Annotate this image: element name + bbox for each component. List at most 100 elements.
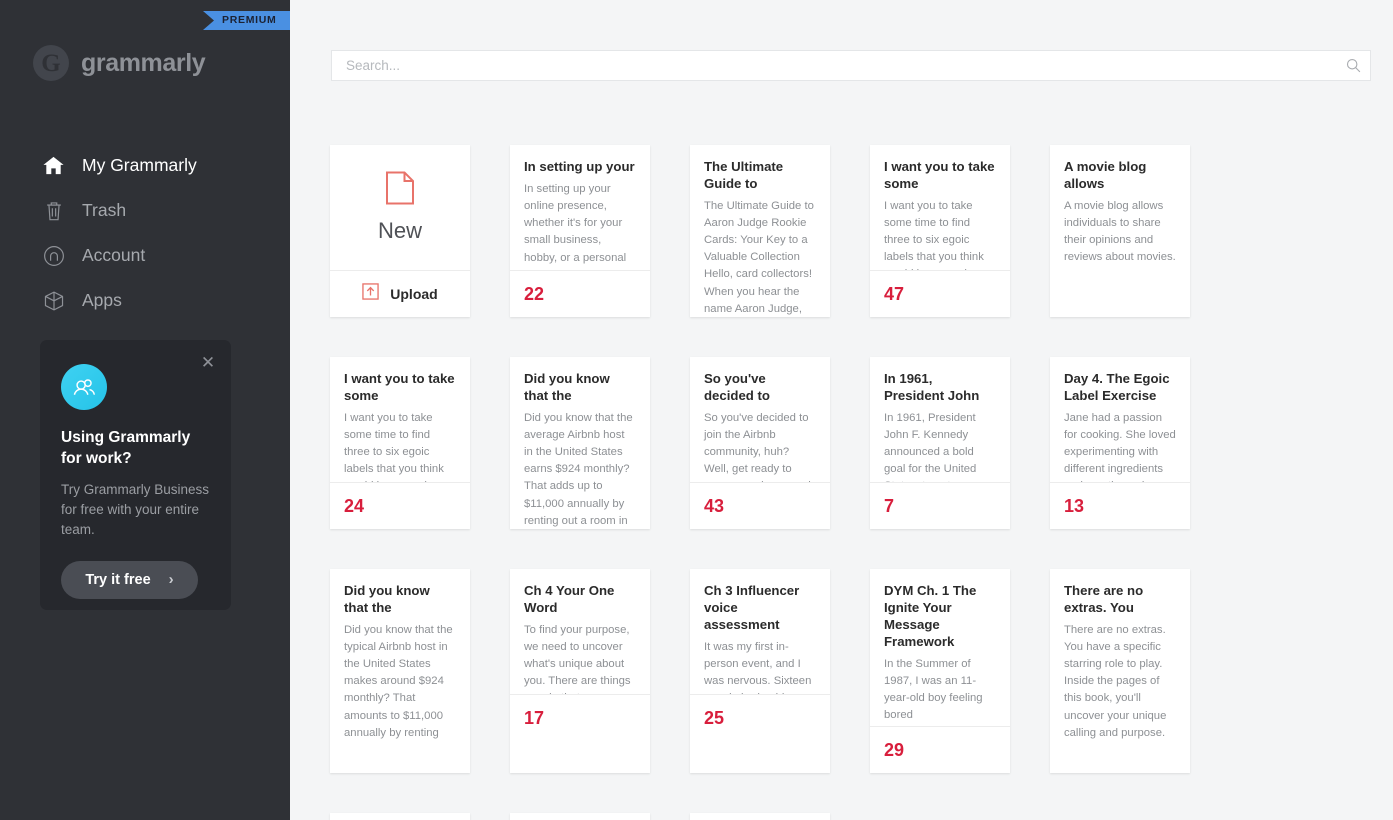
document-score-badge: 29 xyxy=(870,726,1010,773)
document-title: DYM Ch. 1 The Ignite Your Message Framew… xyxy=(884,583,977,649)
document-card-body: There are no extras. You There are no ext… xyxy=(1050,569,1190,741)
try-it-free-button[interactable]: Try it free › xyxy=(61,560,198,599)
new-label: New xyxy=(377,218,422,243)
document-excerpt: Did you know that the typical Airbnb hos… xyxy=(344,623,453,739)
chevron-right-icon: › xyxy=(168,571,174,589)
document-card[interactable]: Ch 4 Your One Word To find your purpose, … xyxy=(510,569,650,773)
document-excerpt: Did you know that the average Airbnb hos… xyxy=(524,411,633,527)
document-card[interactable]: Did you know that the Did you know that t… xyxy=(330,569,470,773)
document-icon xyxy=(385,171,415,210)
document-card[interactable]: In 1961, President John In 1961, Presiden… xyxy=(870,357,1010,529)
document-card[interactable]: How to Start a ChristianHow to Start a C… xyxy=(330,813,470,820)
sidebar-item-label: Apps xyxy=(82,290,122,310)
document-title: Did you know that the xyxy=(344,583,430,615)
business-promo-card: ✕ Using Grammarly for work? Try Grammarl… xyxy=(40,340,231,610)
document-excerpt: A movie blog allows individuals to share… xyxy=(1064,199,1176,264)
document-title: Day 4. The Egoic Label Exercise xyxy=(1064,371,1170,403)
grammarly-logo-text: grammarly xyxy=(81,48,206,77)
apps-cube-icon xyxy=(42,289,65,312)
document-score-badge: 25 xyxy=(690,694,830,741)
people-icon xyxy=(61,364,107,410)
document-title: The Ultimate Guide to xyxy=(704,159,784,191)
document-score-badge: 43 xyxy=(690,482,830,529)
document-title: I want you to take some xyxy=(884,159,995,191)
upload-button[interactable]: Upload xyxy=(330,270,470,317)
document-title: Did you know that the xyxy=(524,371,610,403)
document-card-body: 15 Best Justin Jefferson15 Best Justin J… xyxy=(690,813,830,820)
document-card-body: Did you know that the Did you know that t… xyxy=(330,569,470,741)
document-card-body: In setting up your In setting up your onl… xyxy=(510,145,650,270)
document-card[interactable]: A movie blog allows A movie blog allows i… xyxy=(1050,145,1190,317)
search-input[interactable] xyxy=(332,58,1336,73)
document-excerpt: In 1961, President John F. Kennedy annou… xyxy=(884,411,985,482)
document-card-body: The Ultimate Guide to The Ultimate Guide … xyxy=(690,145,830,317)
sidebar: PREMIUM G grammarly My Grammarly Trash A… xyxy=(0,0,290,820)
document-card-body: In 1961, President John In 1961, Presiden… xyxy=(870,357,1010,482)
document-excerpt: In the Summer of 1987, I was an 11-year-… xyxy=(884,657,983,722)
grammarly-logo-mark: G xyxy=(33,45,69,81)
promo-body: Try Grammarly Business for free with you… xyxy=(61,481,210,538)
upload-icon xyxy=(362,283,379,305)
document-excerpt: I want you to take some time to find thr… xyxy=(884,199,984,270)
document-card-body: A movie blog allows A movie blog allows i… xyxy=(1050,145,1190,317)
document-excerpt: To find your purpose, we need to uncover… xyxy=(524,623,631,694)
document-score-badge: 7 xyxy=(870,482,1010,529)
search-icon[interactable] xyxy=(1336,51,1370,80)
sidebar-item-label: Account xyxy=(82,245,146,265)
new-document-button[interactable]: New xyxy=(330,145,470,270)
document-card-body: So you've decided to So you've decided to… xyxy=(690,357,830,482)
sidebar-nav: My Grammarly Trash Account Apps xyxy=(0,143,290,323)
document-title: Ch 3 Influencer voice assessment xyxy=(704,583,800,632)
promo-title: Using Grammarly for work? xyxy=(61,429,191,467)
home-icon xyxy=(42,154,65,177)
document-card-body: Ch 3 Influencer voice assessment It was m… xyxy=(690,569,830,694)
document-score-badge: 13 xyxy=(1050,482,1190,529)
document-card[interactable]: Day 4. The Egoic Label Exercise Jane had … xyxy=(1050,357,1190,529)
document-card[interactable]: I want you to take some I want you to tak… xyxy=(870,145,1010,317)
document-card[interactable]: I want you to take some I want you to tak… xyxy=(330,357,470,529)
document-excerpt: Jane had a passion for cooking. She love… xyxy=(1064,411,1176,482)
account-icon xyxy=(42,244,65,267)
document-score-badge: 22 xyxy=(510,270,650,317)
grammarly-logo[interactable]: G grammarly xyxy=(33,45,206,81)
document-score-badge: 17 xyxy=(510,694,650,741)
sidebar-item-my-grammarly[interactable]: My Grammarly xyxy=(0,143,290,188)
document-card-body: DYM Ch. 1 The Ignite Your Message Framew… xyxy=(870,569,1010,726)
document-title: Ch 4 Your One Word xyxy=(524,583,615,615)
document-excerpt: It was my first in-person event, and I w… xyxy=(704,640,812,694)
search-bar xyxy=(331,50,1371,81)
document-card[interactable]: DYM Ch. 1 The Ignite Your Message Framew… xyxy=(870,569,1010,773)
sidebar-item-apps[interactable]: Apps xyxy=(0,278,290,323)
promo-cta-label: Try it free xyxy=(85,571,151,588)
document-card[interactable]: The Ultimate Guide to The Ultimate Guide … xyxy=(690,145,830,317)
document-title: There are no extras. You xyxy=(1064,583,1144,615)
sidebar-item-trash[interactable]: Trash xyxy=(0,188,290,233)
document-card[interactable]: So you've decided to So you've decided to… xyxy=(690,357,830,529)
sidebar-item-account[interactable]: Account xyxy=(0,233,290,278)
document-card[interactable]: There are no extras. You There are no ext… xyxy=(1050,569,1190,773)
document-title: I want you to take some xyxy=(344,371,455,403)
document-card[interactable]: In setting up your In setting up your onl… xyxy=(510,145,650,317)
document-score-badge: 24 xyxy=(330,482,470,529)
trash-icon xyxy=(42,199,65,222)
document-card-body: How to Start a ChristianHow to Start a C… xyxy=(330,813,470,820)
close-icon[interactable]: ✕ xyxy=(199,354,217,372)
document-title: In 1961, President John xyxy=(884,371,980,403)
document-card[interactable]: Ch 3 Influencer voice assessment It was m… xyxy=(690,569,830,773)
document-title: In setting up your xyxy=(524,159,635,174)
new-document-card: New Upload xyxy=(330,145,470,317)
document-card-body: Did you know that the Did you know that t… xyxy=(510,357,650,529)
sidebar-item-label: My Grammarly xyxy=(82,155,197,175)
sidebar-item-label: Trash xyxy=(82,200,127,220)
document-card[interactable]: Did you know that the Did you know that t… xyxy=(510,357,650,529)
main-content: New Upload In setting up yourIn setting … xyxy=(290,0,1393,820)
document-excerpt: In setting up your online presence, whet… xyxy=(524,182,627,270)
document-card[interactable]: How to Get BaseballHow to Get Baseball C… xyxy=(510,813,650,820)
document-card[interactable]: 15 Best Justin Jefferson15 Best Justin J… xyxy=(690,813,830,820)
documents-grid: New Upload In setting up your In setting … xyxy=(330,145,1350,820)
premium-badge[interactable]: PREMIUM xyxy=(203,11,290,30)
document-card-body: How to Get BaseballHow to Get Baseball C… xyxy=(510,813,650,820)
document-card-body: I want you to take some I want you to tak… xyxy=(330,357,470,482)
document-excerpt: The Ultimate Guide to Aaron Judge Rookie… xyxy=(704,199,814,315)
document-title: A movie blog allows xyxy=(1064,159,1147,191)
